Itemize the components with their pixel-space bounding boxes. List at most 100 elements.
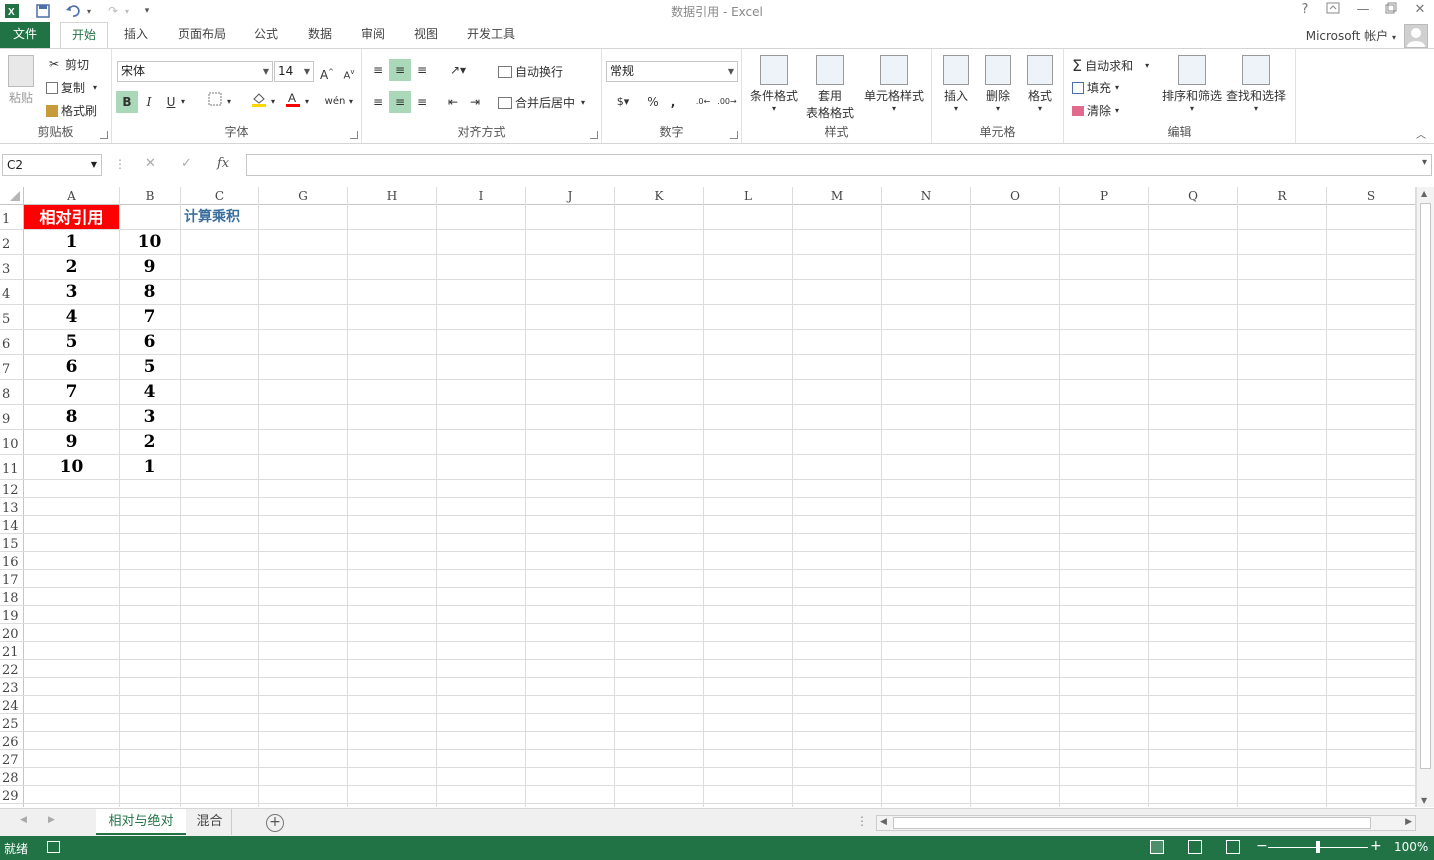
bold-button[interactable]: B (116, 91, 138, 113)
row-header[interactable]: 14 (0, 516, 24, 534)
column-header-b[interactable]: B (120, 187, 181, 205)
row-header[interactable]: 24 (0, 696, 24, 714)
normal-view-icon[interactable] (1150, 840, 1164, 854)
column-header-m[interactable]: M (793, 187, 882, 205)
font-color-dropdown-icon[interactable]: ▾ (302, 91, 312, 113)
column-header-s[interactable]: S (1327, 187, 1416, 205)
row-header[interactable]: 1 (0, 205, 24, 230)
row-header[interactable]: 19 (0, 606, 24, 624)
cell-b9[interactable]: 3 (119, 405, 180, 430)
column-header-o[interactable]: O (971, 187, 1060, 205)
wrap-text-button[interactable]: 自动换行 (498, 63, 563, 80)
delete-cells-button[interactable]: 删除 ▾ (980, 55, 1016, 113)
decrease-indent-icon[interactable]: ⇤ (442, 91, 464, 113)
cancel-icon[interactable]: ✕ (145, 156, 156, 171)
cell-a2[interactable]: 1 (24, 230, 119, 255)
scroll-right-icon[interactable]: ▶ (1405, 817, 1412, 827)
row-header[interactable]: 4 (0, 280, 24, 305)
collapse-ribbon-icon[interactable]: ︿ (1416, 126, 1426, 141)
phonetic-button[interactable]: wén (322, 91, 348, 113)
cell-a11[interactable]: 10 (24, 455, 119, 480)
conditional-formatting-button[interactable]: 条件格式 ▾ (746, 55, 802, 113)
row-header[interactable]: 22 (0, 660, 24, 678)
comma-button[interactable]: , (662, 91, 684, 113)
cell-b10[interactable]: 2 (119, 430, 180, 455)
row-header[interactable]: 17 (0, 570, 24, 588)
macro-record-icon[interactable] (47, 841, 60, 853)
row-header[interactable]: 26 (0, 732, 24, 750)
decrease-decimal-icon[interactable]: .00→ (716, 91, 738, 113)
scroll-thumb[interactable] (1420, 203, 1431, 769)
expand-formula-icon[interactable]: ▾ (1422, 157, 1427, 168)
number-launcher-icon[interactable] (730, 131, 738, 139)
paste-button[interactable]: 粘贴 (4, 55, 38, 106)
row-header[interactable]: 20 (0, 624, 24, 642)
increase-decimal-icon[interactable]: .0← (692, 91, 714, 113)
orientation-icon[interactable]: ↗▾ (444, 59, 472, 81)
scroll-up-icon[interactable]: ▲ (1421, 189, 1427, 198)
cell-a10[interactable]: 9 (24, 430, 119, 455)
borders-dropdown-icon[interactable]: ▾ (224, 91, 234, 113)
row-header[interactable]: 11 (0, 455, 24, 480)
underline-dropdown-icon[interactable]: ▾ (178, 91, 188, 113)
tab-file[interactable]: 文件 (0, 22, 50, 48)
close-button[interactable]: ✕ (1409, 2, 1431, 20)
align-right-icon[interactable]: ≡ (411, 91, 433, 113)
currency-icon[interactable]: $▾ (606, 91, 640, 113)
row-header[interactable]: 21 (0, 642, 24, 660)
row-header[interactable]: 29 (0, 786, 24, 804)
shrink-font-button[interactable]: Av (338, 61, 360, 83)
borders-icon[interactable] (204, 91, 226, 113)
font-color-icon[interactable]: A (282, 91, 304, 113)
cell-b5[interactable]: 7 (119, 305, 180, 330)
cell-a5[interactable]: 4 (24, 305, 119, 330)
tab-developer[interactable]: 开发工具 (460, 22, 522, 48)
clipboard-launcher-icon[interactable] (100, 131, 108, 139)
phonetic-dropdown-icon[interactable]: ▾ (346, 91, 356, 113)
cell-b6[interactable]: 6 (119, 330, 180, 355)
cell-area[interactable]: 相对引用 计算乘积 1 10 2 9 3 8 4 7 5 6 6 5 7 4 8 3 9 2 10 1 (24, 205, 1416, 807)
minimize-button[interactable]: — (1352, 2, 1374, 20)
tab-page-layout[interactable]: 页面布局 (170, 22, 234, 48)
column-header-g[interactable]: G (259, 187, 348, 205)
row-header[interactable]: 5 (0, 305, 24, 330)
percent-button[interactable]: % (642, 91, 664, 113)
font-launcher-icon[interactable] (350, 131, 358, 139)
row-header[interactable]: 9 (0, 405, 24, 430)
horizontal-scrollbar[interactable]: ◀ ▶ (876, 815, 1416, 831)
column-header-n[interactable]: N (882, 187, 971, 205)
column-header-i[interactable]: I (437, 187, 526, 205)
font-name-select[interactable]: 宋体 ▼ (117, 61, 273, 82)
column-header-c[interactable]: C (181, 187, 259, 205)
scroll-left-icon[interactable]: ◀ (880, 817, 887, 827)
grow-font-button[interactable]: A^ (316, 61, 338, 83)
tab-home[interactable]: 开始 (60, 22, 108, 48)
format-cells-button[interactable]: 格式 ▾ (1022, 55, 1058, 113)
cell-a3[interactable]: 2 (24, 255, 119, 280)
increase-indent-icon[interactable]: ⇥ (464, 91, 486, 113)
select-all-corner[interactable] (0, 187, 24, 205)
page-break-view-icon[interactable] (1226, 840, 1240, 854)
avatar[interactable] (1404, 24, 1428, 48)
insert-cells-button[interactable]: 插入 ▾ (938, 55, 974, 113)
spreadsheet-grid[interactable]: A B C G H I J K L M N O P Q R S 12345678… (0, 187, 1416, 807)
cell-a4[interactable]: 3 (24, 280, 119, 305)
align-center-icon[interactable]: ≡ (389, 91, 411, 113)
cell-b3[interactable]: 9 (119, 255, 180, 280)
name-box[interactable]: C2 ▼ (2, 154, 102, 176)
ribbon-display-options-icon[interactable] (1322, 2, 1344, 20)
clear-button[interactable]: 清除 ▾ (1072, 102, 1119, 119)
cell-a9[interactable]: 8 (24, 405, 119, 430)
tab-data[interactable]: 数据 (300, 22, 340, 48)
column-header-p[interactable]: P (1060, 187, 1149, 205)
tab-view[interactable]: 视图 (406, 22, 446, 48)
font-size-select[interactable]: 14 ▼ (274, 61, 314, 82)
row-header[interactable]: 10 (0, 430, 24, 455)
align-middle-icon[interactable]: ≡ (389, 59, 411, 81)
page-layout-view-icon[interactable] (1188, 840, 1202, 854)
scroll-tabs-right-icon[interactable]: ▶ (48, 815, 55, 825)
row-header[interactable]: 23 (0, 678, 24, 696)
row-header[interactable]: 3 (0, 255, 24, 280)
number-format-select[interactable]: 常规 ▼ (606, 61, 738, 82)
cell-a1[interactable]: 相对引用 (24, 205, 119, 230)
